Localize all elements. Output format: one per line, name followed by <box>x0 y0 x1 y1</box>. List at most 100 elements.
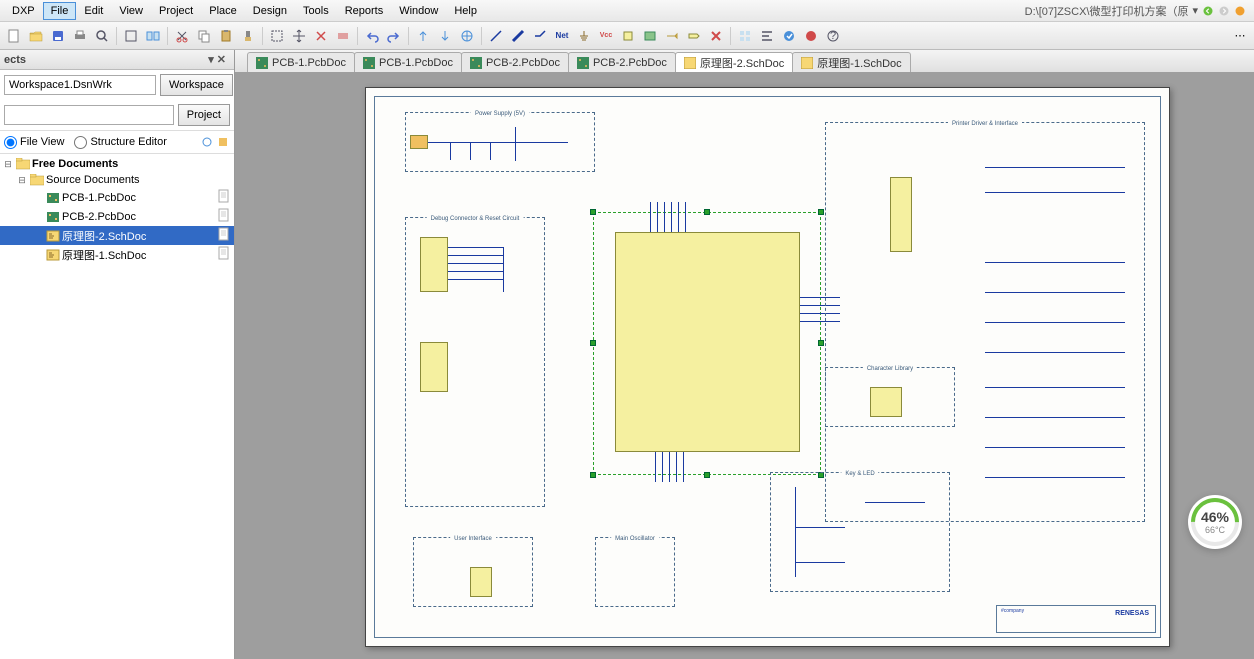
schematic-canvas[interactable]: RENESAS #company Power Supply (5V)Debug … <box>235 72 1254 659</box>
temperature-widget[interactable]: 46% 66°C <box>1188 495 1242 549</box>
net-label-icon[interactable]: Net <box>552 26 572 46</box>
copy-icon[interactable] <box>194 26 214 46</box>
tree-node-0[interactable]: ⊟Free Documents <box>0 156 234 172</box>
project-tree: ⊟Free Documents⊟Source DocumentsPCB-1.Pc… <box>0 154 234 266</box>
browse-icon[interactable] <box>779 26 799 46</box>
nav-home-icon[interactable] <box>1234 5 1246 17</box>
print-icon[interactable] <box>70 26 90 46</box>
menu-tools[interactable]: Tools <box>295 2 337 20</box>
new-icon[interactable] <box>4 26 24 46</box>
workspace-button[interactable]: Workspace <box>160 74 233 96</box>
tree-node-1[interactable]: ⊟Source Documents <box>0 172 234 188</box>
manage-icon[interactable] <box>801 26 821 46</box>
radio-file-view[interactable]: File View <box>4 136 64 149</box>
tree-node-5[interactable]: 原理图-1.SchDoc <box>0 245 234 264</box>
panel-header: ects ▾ ✕ <box>0 50 234 70</box>
workspace-input[interactable] <box>4 75 156 95</box>
bus-icon[interactable] <box>508 26 528 46</box>
clear-icon[interactable] <box>333 26 353 46</box>
sheet-entry-icon[interactable] <box>662 26 682 46</box>
sch-icon <box>684 57 696 69</box>
handle-ne[interactable] <box>818 209 824 215</box>
refresh-icon[interactable] <box>200 135 214 149</box>
more-icon[interactable]: ⋯ <box>1230 26 1250 46</box>
tab-4[interactable]: 原理图-2.SchDoc <box>675 52 793 72</box>
save-icon[interactable] <box>48 26 68 46</box>
deselect-icon[interactable] <box>311 26 331 46</box>
menu-reports[interactable]: Reports <box>337 2 392 20</box>
part-icon[interactable] <box>618 26 638 46</box>
hierarchy-up-icon[interactable] <box>413 26 433 46</box>
move-icon[interactable] <box>289 26 309 46</box>
schematic-block-0[interactable]: Power Supply (5V) <box>405 112 595 172</box>
undo-icon[interactable] <box>362 26 382 46</box>
zoom-fit-icon[interactable] <box>121 26 141 46</box>
handle-nw[interactable] <box>590 209 596 215</box>
nav-fwd-icon[interactable] <box>1218 5 1230 17</box>
pcb-icon <box>470 57 482 69</box>
vcc-icon[interactable]: Vcc <box>596 26 616 46</box>
no-erc-icon[interactable] <box>706 26 726 46</box>
panel-close-icon[interactable]: ▾ ✕ <box>204 53 230 66</box>
open-icon[interactable] <box>26 26 46 46</box>
help-icon[interactable]: ? <box>823 26 843 46</box>
cross-probe-icon[interactable] <box>457 26 477 46</box>
tree-node-4[interactable]: 原理图-2.SchDoc <box>0 226 234 245</box>
projects-panel: ects ▾ ✕ Workspace Project File View Str… <box>0 50 235 659</box>
array-icon[interactable] <box>735 26 755 46</box>
menu-design[interactable]: Design <box>245 2 295 20</box>
radio-structure-editor[interactable]: Structure Editor <box>74 136 166 149</box>
redo-icon[interactable] <box>384 26 404 46</box>
nav-back-icon[interactable] <box>1202 5 1214 17</box>
sheet-symbol-icon[interactable] <box>640 26 660 46</box>
schematic-sheet[interactable]: RENESAS #company Power Supply (5V)Debug … <box>365 87 1170 647</box>
schematic-block-5[interactable]: User Interface <box>413 537 533 607</box>
pcb-icon <box>256 57 268 69</box>
compile-icon[interactable] <box>216 135 230 149</box>
tree-node-2[interactable]: PCB-1.PcbDoc <box>0 188 234 207</box>
schematic-block-2[interactable]: Printer Driver & Interface <box>825 122 1145 522</box>
hierarchy-down-icon[interactable] <box>435 26 455 46</box>
select-icon[interactable] <box>267 26 287 46</box>
zoom-in-icon[interactable] <box>143 26 163 46</box>
tab-3[interactable]: PCB-2.PcbDoc <box>568 52 676 72</box>
tab-5[interactable]: 原理图-1.SchDoc <box>792 52 910 72</box>
pcb-icon <box>577 57 589 69</box>
menu-edit[interactable]: Edit <box>76 2 111 20</box>
tab-1[interactable]: PCB-1.PcbDoc <box>354 52 462 72</box>
schematic-block-4[interactable]: Key & LED <box>770 472 950 592</box>
tree-node-3[interactable]: PCB-2.PcbDoc <box>0 207 234 226</box>
rubber-stamp-icon[interactable] <box>238 26 258 46</box>
tab-2[interactable]: PCB-2.PcbDoc <box>461 52 569 72</box>
handle-e[interactable] <box>818 340 824 346</box>
port-icon[interactable] <box>684 26 704 46</box>
menu-project[interactable]: Project <box>151 2 201 20</box>
project-input[interactable] <box>4 105 174 125</box>
main-toolbar: Net Vcc ? ⋯ <box>0 22 1254 50</box>
menu-dxp[interactable]: DXP <box>4 2 43 20</box>
tab-0[interactable]: PCB-1.PcbDoc <box>247 52 355 72</box>
schematic-block-1[interactable]: Debug Connector & Reset Circuit <box>405 217 545 507</box>
paste-icon[interactable] <box>216 26 236 46</box>
gnd-icon[interactable] <box>574 26 594 46</box>
align-icon[interactable] <box>757 26 777 46</box>
menu-place[interactable]: Place <box>201 2 245 20</box>
schematic-block-3[interactable]: Character Library <box>825 367 955 427</box>
menu-help[interactable]: Help <box>446 2 485 20</box>
cut-icon[interactable] <box>172 26 192 46</box>
handle-s[interactable] <box>704 472 710 478</box>
menu-window[interactable]: Window <box>391 2 446 20</box>
schematic-block-6[interactable]: Main Oscillator <box>595 537 675 607</box>
pcb-icon <box>46 191 60 205</box>
panel-title: ects <box>4 54 26 66</box>
handle-sw[interactable] <box>590 472 596 478</box>
project-button[interactable]: Project <box>178 104 230 126</box>
handle-w[interactable] <box>590 340 596 346</box>
handle-n[interactable] <box>704 209 710 215</box>
editor-area: PCB-1.PcbDocPCB-1.PcbDocPCB-2.PcbDocPCB-… <box>235 50 1254 659</box>
preview-icon[interactable] <box>92 26 112 46</box>
menu-file[interactable]: File <box>43 2 77 20</box>
bus-entry-icon[interactable] <box>530 26 550 46</box>
wire-icon[interactable] <box>486 26 506 46</box>
menu-view[interactable]: View <box>111 2 151 20</box>
